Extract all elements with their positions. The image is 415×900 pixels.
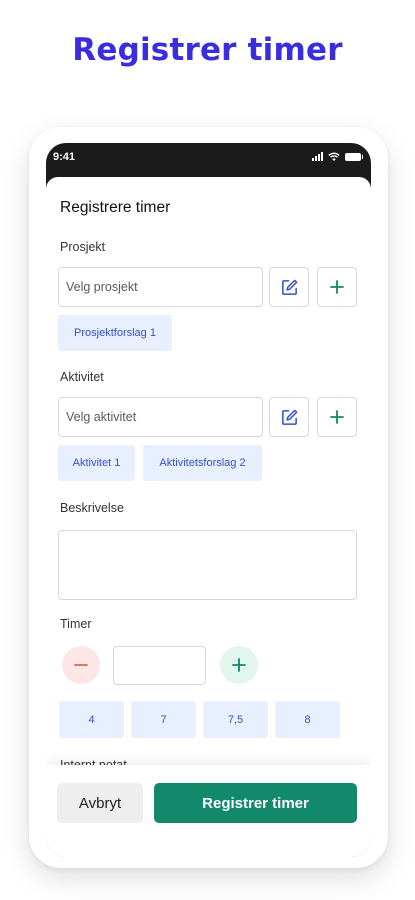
minus-icon bbox=[74, 664, 88, 666]
status-icons bbox=[312, 152, 363, 161]
register-hours-button[interactable]: Registrer timer bbox=[154, 783, 357, 823]
description-label: Beskrivelse bbox=[60, 501, 124, 515]
description-textarea[interactable] bbox=[58, 530, 357, 600]
increase-hours-button[interactable] bbox=[220, 646, 258, 684]
edit-project-button[interactable] bbox=[269, 267, 309, 307]
decrease-hours-button[interactable] bbox=[62, 646, 100, 684]
status-bar: 9:41 bbox=[46, 143, 371, 177]
project-select[interactable]: Velg prosjekt bbox=[58, 267, 263, 307]
activity-suggestion-chip[interactable]: Aktivitet 1 bbox=[58, 445, 135, 481]
plus-icon bbox=[330, 280, 344, 294]
edit-icon bbox=[281, 279, 297, 295]
form-title: Registrere timer bbox=[60, 199, 171, 216]
add-activity-button[interactable] bbox=[317, 397, 357, 437]
quick-hours-button[interactable]: 4 bbox=[59, 701, 124, 738]
form-content: Registrere timer Prosjekt Velg prosjekt … bbox=[58, 177, 358, 787]
quick-hours-button[interactable]: 7,5 bbox=[203, 701, 268, 738]
phone-screen: 9:41 Registrere timer Prosjekt Velg pros… bbox=[46, 143, 371, 857]
registration-sheet: Registrere timer Prosjekt Velg prosjekt … bbox=[46, 177, 371, 857]
battery-icon bbox=[345, 153, 363, 161]
activity-select[interactable]: Velg aktivitet bbox=[58, 397, 263, 437]
plus-icon bbox=[232, 658, 246, 672]
wifi-icon bbox=[328, 152, 340, 161]
add-project-button[interactable] bbox=[317, 267, 357, 307]
activity-suggestion-chip[interactable]: Aktivitetsforslag 2 bbox=[143, 445, 262, 481]
hours-label: Timer bbox=[60, 617, 92, 631]
quick-hours-button[interactable]: 7 bbox=[131, 701, 196, 738]
cancel-button[interactable]: Avbryt bbox=[57, 783, 143, 823]
project-suggestion-chip[interactable]: Prosjektforslag 1 bbox=[58, 315, 172, 351]
quick-hours-button[interactable]: 8 bbox=[275, 701, 340, 738]
edit-icon bbox=[281, 409, 297, 425]
signal-icon bbox=[312, 152, 323, 161]
project-label: Prosjekt bbox=[60, 240, 106, 254]
status-time: 9:41 bbox=[53, 151, 76, 163]
action-bar: Avbryt Registrer timer bbox=[46, 765, 371, 857]
activity-label: Aktivitet bbox=[60, 370, 104, 384]
phone-frame: 9:41 Registrere timer Prosjekt Velg pros… bbox=[29, 127, 388, 868]
promo-headline: Registrer timer bbox=[72, 32, 343, 68]
plus-icon bbox=[330, 410, 344, 424]
hours-input[interactable] bbox=[113, 646, 206, 685]
edit-activity-button[interactable] bbox=[269, 397, 309, 437]
